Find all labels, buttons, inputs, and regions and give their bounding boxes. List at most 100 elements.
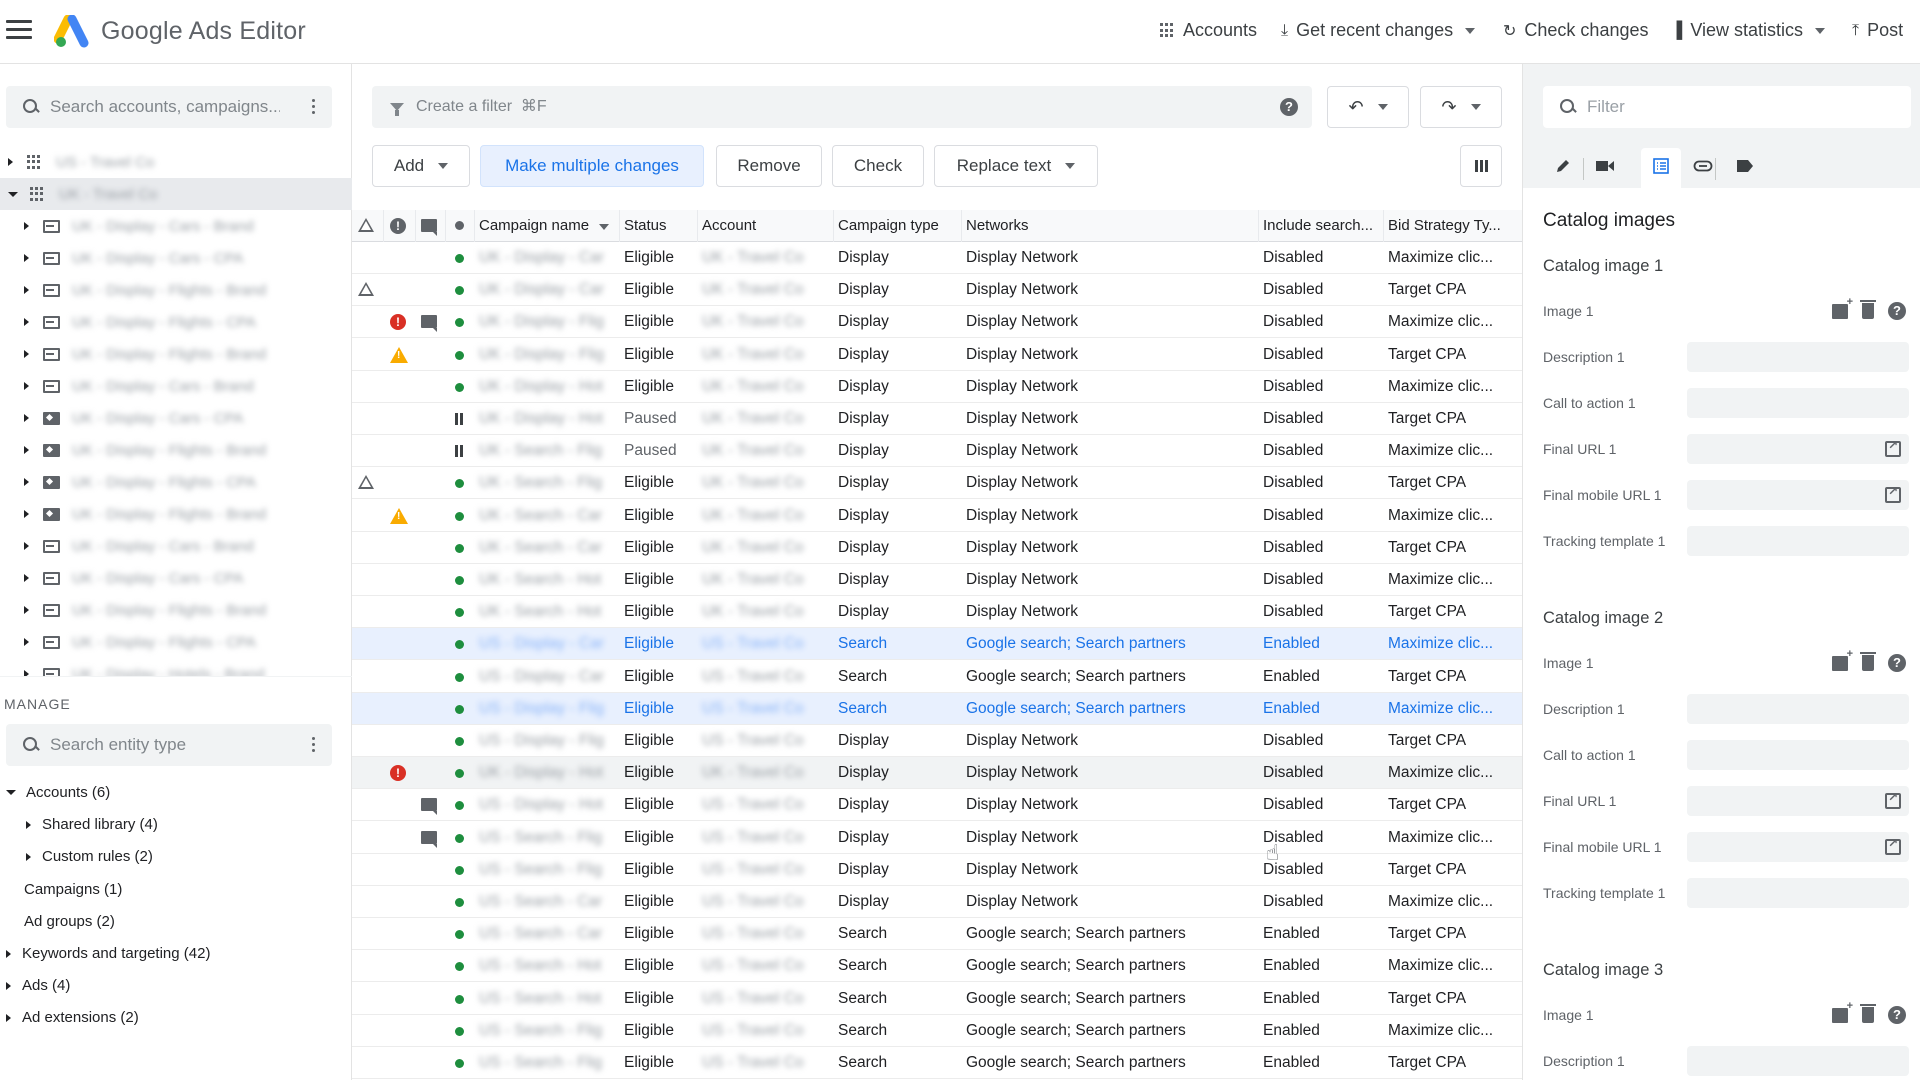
error-icon[interactable]: ! (390, 765, 406, 782)
tree-item-shopping[interactable]: UK - Display - Flights - Brand (0, 498, 352, 530)
cell-status[interactable]: Eligible (620, 1015, 698, 1047)
cell-include-search[interactable]: Disabled (1259, 339, 1384, 371)
cell-account[interactable]: UK - Travel Co (698, 467, 834, 499)
cell-account[interactable]: US - Travel Co (698, 628, 834, 660)
columns-button[interactable] (1460, 145, 1502, 187)
cell-campaign-type[interactable]: Search (834, 628, 962, 660)
panel-tab-label[interactable] (1725, 148, 1765, 188)
cell-campaign-name[interactable]: UK - Search - Flig (475, 435, 620, 467)
cell-bid-strategy[interactable]: Target CPA (1384, 918, 1522, 950)
cell-campaign-type[interactable]: Search (834, 1015, 962, 1047)
field-input[interactable] (1687, 526, 1909, 556)
cell-campaign-name[interactable]: US - Search - Car (475, 886, 620, 918)
col-campaign-type[interactable]: Campaign type (834, 210, 962, 242)
header-action-check-changes[interactable]: ↻ Check changes (1503, 20, 1648, 41)
expand-arrow-down-icon[interactable] (6, 790, 16, 795)
tree-item-campaign[interactable]: UK - Display - Cars - CPA (0, 562, 352, 594)
hamburger-menu-icon[interactable] (6, 20, 32, 42)
table-row[interactable]: UK - Search - Flig Eligible UK - Travel Co… (352, 467, 1522, 500)
redo-button[interactable]: ↷ (1420, 86, 1502, 128)
table-row[interactable]: ! UK - Display - Flig Eligible UK - Travel … (352, 306, 1522, 339)
cell-bid-strategy[interactable]: Maximize clic... (1384, 371, 1522, 403)
cell-networks[interactable]: Display Network (962, 403, 1259, 435)
cell-networks[interactable]: Google search; Search partners (962, 1015, 1259, 1047)
cell-bid-strategy[interactable]: Target CPA (1384, 789, 1522, 821)
cell-campaign-type[interactable]: Display (834, 403, 962, 435)
warning-icon[interactable] (390, 346, 408, 363)
error-icon[interactable]: ! (390, 314, 406, 331)
expand-arrow-right-icon[interactable] (24, 286, 29, 294)
cell-campaign-type[interactable]: Display (834, 596, 962, 628)
cell-include-search[interactable]: Disabled (1259, 886, 1384, 918)
cell-status[interactable]: Eligible (620, 339, 698, 371)
cell-networks[interactable]: Google search; Search partners (962, 628, 1259, 660)
cell-networks[interactable]: Display Network (962, 854, 1259, 886)
comment-icon[interactable] (421, 315, 437, 333)
cell-campaign-name[interactable]: US - Search - Hot (475, 983, 620, 1015)
remove-button[interactable]: Remove (716, 145, 822, 187)
entity-item[interactable]: Custom rules (2) (26, 848, 153, 865)
cell-account[interactable]: US - Travel Co (698, 854, 834, 886)
cell-networks[interactable]: Display Network (962, 274, 1259, 306)
cell-include-search[interactable]: Disabled (1259, 596, 1384, 628)
cell-networks[interactable]: Display Network (962, 306, 1259, 338)
cell-include-search[interactable]: Enabled (1259, 628, 1384, 660)
filter-input[interactable] (416, 98, 1216, 116)
cell-include-search[interactable]: Enabled (1259, 950, 1384, 982)
cell-account[interactable]: UK - Travel Co (698, 435, 834, 467)
table-row[interactable]: ! UK - Display - Hot Eligible UK - Travel C… (352, 757, 1522, 790)
tree-item-shopping[interactable]: UK - Display - Flights - Brand (0, 434, 352, 466)
field-input[interactable] (1687, 342, 1909, 372)
cell-campaign-type[interactable]: Display (834, 564, 962, 596)
cell-status[interactable]: Eligible (620, 1047, 698, 1079)
cell-campaign-name[interactable]: US - Display - Hot (475, 789, 620, 821)
table-row[interactable]: US - Display - Flig Eligible US - Travel C… (352, 692, 1522, 725)
field-input[interactable] (1687, 1046, 1909, 1076)
col-status[interactable]: Status (620, 210, 698, 242)
tree-item-campaign[interactable]: UK - Display - Hotels - Brand (0, 658, 352, 676)
field-input[interactable] (1687, 832, 1909, 862)
cell-bid-strategy[interactable]: Target CPA (1384, 661, 1522, 693)
expand-arrow-right-icon[interactable] (26, 820, 31, 829)
cell-bid-strategy[interactable]: Maximize clic... (1384, 306, 1522, 338)
more-options-icon[interactable] (312, 737, 316, 753)
expand-arrow-right-icon[interactable] (6, 949, 11, 958)
open-in-new-icon[interactable] (1885, 484, 1901, 503)
more-options-icon[interactable] (312, 99, 316, 115)
cell-bid-strategy[interactable]: Maximize clic... (1384, 822, 1522, 854)
cell-campaign-type[interactable]: Search (834, 950, 962, 982)
cell-account[interactable]: US - Travel Co (698, 918, 834, 950)
cell-campaign-name[interactable]: UK - Display - Car (475, 274, 620, 306)
cell-account[interactable]: US - Travel Co (698, 983, 834, 1015)
cell-include-search[interactable]: Disabled (1259, 500, 1384, 532)
cell-networks[interactable]: Display Network (962, 822, 1259, 854)
field-input[interactable] (1687, 740, 1909, 770)
cell-status[interactable]: Eligible (620, 661, 698, 693)
cell-networks[interactable]: Google search; Search partners (962, 693, 1259, 725)
table-row[interactable]: UK - Display - Car Eligible UK - Travel Co… (352, 242, 1522, 274)
expand-arrow-right-icon[interactable] (24, 478, 29, 486)
cell-bid-strategy[interactable]: Maximize clic... (1384, 757, 1522, 789)
table-row[interactable]: US - Search - Car Eligible US - Travel Co D… (352, 886, 1522, 918)
cell-bid-strategy[interactable]: Target CPA (1384, 403, 1522, 435)
cell-status[interactable]: Eligible (620, 371, 698, 403)
cell-bid-strategy[interactable]: Target CPA (1384, 983, 1522, 1015)
cell-bid-strategy[interactable]: Maximize clic... (1384, 950, 1522, 982)
cell-status[interactable]: Eligible (620, 757, 698, 789)
header-action-get-recent-changes[interactable]: ⤓ Get recent changes (1281, 20, 1476, 41)
cell-include-search[interactable]: Enabled (1259, 983, 1384, 1015)
cell-campaign-name[interactable]: US - Display - Flig (475, 725, 620, 757)
entity-item[interactable]: Shared library (4) (26, 816, 158, 833)
cell-campaign-type[interactable]: Display (834, 886, 962, 918)
entity-item[interactable]: Keywords and targeting (42) (6, 945, 210, 962)
table-row[interactable]: US - Display - Car Eligible US - Travel Co… (352, 661, 1522, 693)
header-action-post[interactable]: ⤒ Post (1852, 20, 1903, 41)
cell-include-search[interactable]: Disabled (1259, 371, 1384, 403)
cell-networks[interactable]: Google search; Search partners (962, 950, 1259, 982)
cell-campaign-type[interactable]: Search (834, 1047, 962, 1079)
panel-tab-list[interactable] (1641, 148, 1681, 188)
add-image-icon[interactable] (1832, 1000, 1853, 1023)
entity-item[interactable]: Campaigns (1) (6, 881, 122, 898)
expand-arrow-right-icon[interactable] (24, 638, 29, 646)
col-state[interactable] (446, 210, 475, 242)
